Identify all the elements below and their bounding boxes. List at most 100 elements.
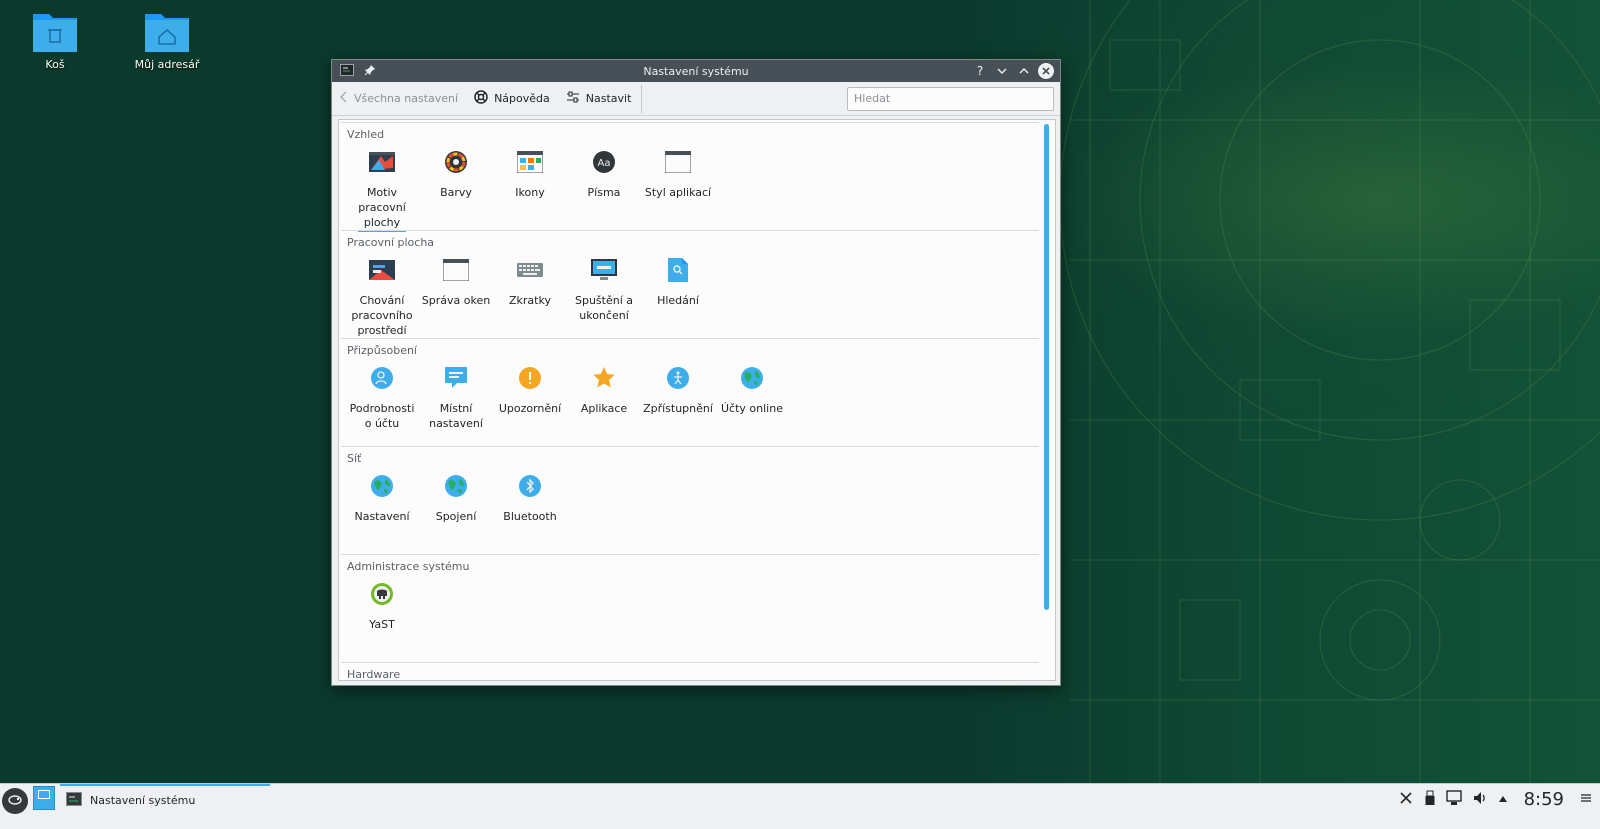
configure-button-label: Nastavit <box>585 92 632 105</box>
category-label: YaST <box>369 618 395 631</box>
menu-icon[interactable] <box>1580 792 1592 807</box>
maximize-icon[interactable] <box>1016 63 1032 79</box>
category-label: Zpřístupnění <box>643 402 713 415</box>
sliders-icon <box>566 90 580 107</box>
category-workspace-theme[interactable]: Motiv pracovní plochy <box>345 149 419 232</box>
section-title: Vzhled <box>347 128 385 141</box>
notifications-icon <box>517 365 543 391</box>
network-globe-icon <box>369 473 395 499</box>
section-title: Administrace systému <box>347 560 470 573</box>
search-input[interactable]: Hledat <box>847 87 1054 111</box>
pin-icon[interactable] <box>364 64 376 79</box>
colors-icon <box>443 149 469 175</box>
scrollbar[interactable] <box>1044 124 1049 610</box>
category-app-style[interactable]: Styl aplikací <box>641 149 715 200</box>
category-colors[interactable]: Barvy <box>419 149 493 200</box>
category-desktop-behavior[interactable]: Chování pracovního prostředí <box>345 257 419 338</box>
category-label: Ikony <box>515 186 545 199</box>
desktop-behavior-icon <box>369 257 395 283</box>
digital-clock[interactable]: 8:59 <box>1524 789 1564 810</box>
help-icon[interactable]: ? <box>972 63 988 79</box>
category-connections[interactable]: Spojení <box>419 473 493 524</box>
configure-button[interactable]: Nastavit <box>566 90 632 107</box>
task-label: Nastavení systému <box>90 793 196 807</box>
category-icons[interactable]: Ikony <box>493 149 567 200</box>
category-label: Písma <box>587 186 621 199</box>
category-search[interactable]: Hledání <box>641 257 715 308</box>
accessibility-icon <box>665 365 691 391</box>
virtual-desktop-pager[interactable] <box>33 786 55 810</box>
locale-icon <box>443 365 469 391</box>
category-window-management[interactable]: Správa oken <box>419 257 493 308</box>
desktop-icon-trash[interactable]: Koš <box>10 10 100 71</box>
app-menu-icon[interactable] <box>340 63 354 79</box>
category-label: Bluetooth <box>503 510 557 523</box>
section-network: Síť Nastavení Spojení Bluetooth <box>341 446 1039 547</box>
category-accessibility[interactable]: Zpřístupnění <box>641 365 715 416</box>
section-personalization: Přizpůsobení Podrobnosti o účtu Místní nas… <box>341 338 1039 439</box>
category-label: Aplikace <box>580 402 628 415</box>
category-label: Motiv pracovní plochy <box>358 185 406 232</box>
section-title: Hardware <box>347 668 401 681</box>
section-title: Síť <box>347 452 362 465</box>
section-system-administration: Administrace systému YaST <box>341 554 1039 655</box>
application-launcher-button[interactable] <box>2 788 28 814</box>
category-label: Účty online <box>721 402 783 415</box>
taskbar-task-system-settings[interactable]: Nastavení systému <box>60 784 270 814</box>
settings-categories-view[interactable]: Vzhled Motiv pracovní plochy Barvy Ikony… <box>338 119 1056 681</box>
desktop-icon-home[interactable]: Můj adresář <box>122 10 212 71</box>
online-accounts-globe-icon <box>739 365 765 391</box>
category-label: Nastavení <box>354 510 410 523</box>
category-shortcuts[interactable]: Zkratky <box>493 257 567 308</box>
account-icon <box>369 365 395 391</box>
category-label: Spojení <box>435 510 477 523</box>
desktop-icon-label: Koš <box>45 58 65 71</box>
bluetooth-icon <box>517 473 543 499</box>
opensuse-logo-icon <box>7 794 23 809</box>
section-hardware: Hardware <box>341 662 1039 681</box>
category-account-details[interactable]: Podrobnosti o účtu <box>345 365 419 431</box>
back-button[interactable]: Všechna nastavení <box>340 91 458 106</box>
home-folder-icon <box>143 10 191 54</box>
category-fonts[interactable]: Aa Písma <box>567 149 641 200</box>
section-title: Pracovní plocha <box>347 236 435 249</box>
close-icon[interactable] <box>1038 63 1054 79</box>
volume-icon[interactable] <box>1472 790 1488 809</box>
category-startup-shutdown[interactable]: Spuštění a ukončení <box>567 257 641 323</box>
fonts-icon: Aa <box>591 149 617 175</box>
window-title: Nastavení systému <box>643 64 749 78</box>
window-titlebar[interactable]: Nastavení systému ? <box>332 60 1060 82</box>
network-icon[interactable] <box>1445 789 1462 809</box>
desktop-icon-label: Můj adresář <box>134 58 200 71</box>
toolbar-separator <box>641 84 643 113</box>
system-settings-window: Nastavení systému ? Všechna nastavení Ná… <box>331 59 1061 686</box>
search-file-icon <box>665 257 691 283</box>
category-applications[interactable]: Aplikace <box>567 365 641 416</box>
kde-connect-icon[interactable] <box>1398 790 1414 809</box>
category-yast[interactable]: YaST <box>345 581 419 632</box>
category-label: Styl aplikací <box>644 186 712 199</box>
category-network-settings[interactable]: Nastavení <box>345 473 419 524</box>
category-label: Zkratky <box>509 294 551 307</box>
category-notifications[interactable]: Upozornění <box>493 365 567 416</box>
category-online-accounts[interactable]: Účty online <box>715 365 789 416</box>
trash-folder-icon <box>31 10 79 54</box>
system-tray: 8:59 <box>1398 784 1600 814</box>
category-bluetooth[interactable]: Bluetooth <box>493 473 567 524</box>
help-button[interactable]: Nápověda <box>474 90 550 107</box>
category-locale[interactable]: Místní nastavení <box>419 365 493 431</box>
window-toolbar: Všechna nastavení Nápověda Nastavit Hled… <box>332 82 1060 116</box>
category-label: Barvy <box>440 186 472 199</box>
taskbar: Nastavení systému 8:59 <box>0 783 1600 829</box>
tray-expand-icon[interactable] <box>1498 792 1508 806</box>
pager-window-thumbnail <box>38 790 50 799</box>
category-label: Chování pracovního prostředí <box>351 294 413 337</box>
minimize-icon[interactable] <box>994 63 1010 79</box>
usb-device-icon[interactable] <box>1424 790 1436 809</box>
category-label: Spuštění a ukončení <box>574 294 633 322</box>
app-style-icon <box>665 149 691 175</box>
svg-text:Aa: Aa <box>598 158 611 169</box>
help-button-label: Nápověda <box>494 92 550 105</box>
lifebuoy-icon <box>474 90 488 107</box>
section-workspace: Pracovní plocha Chování pracovního prostře… <box>341 230 1039 337</box>
